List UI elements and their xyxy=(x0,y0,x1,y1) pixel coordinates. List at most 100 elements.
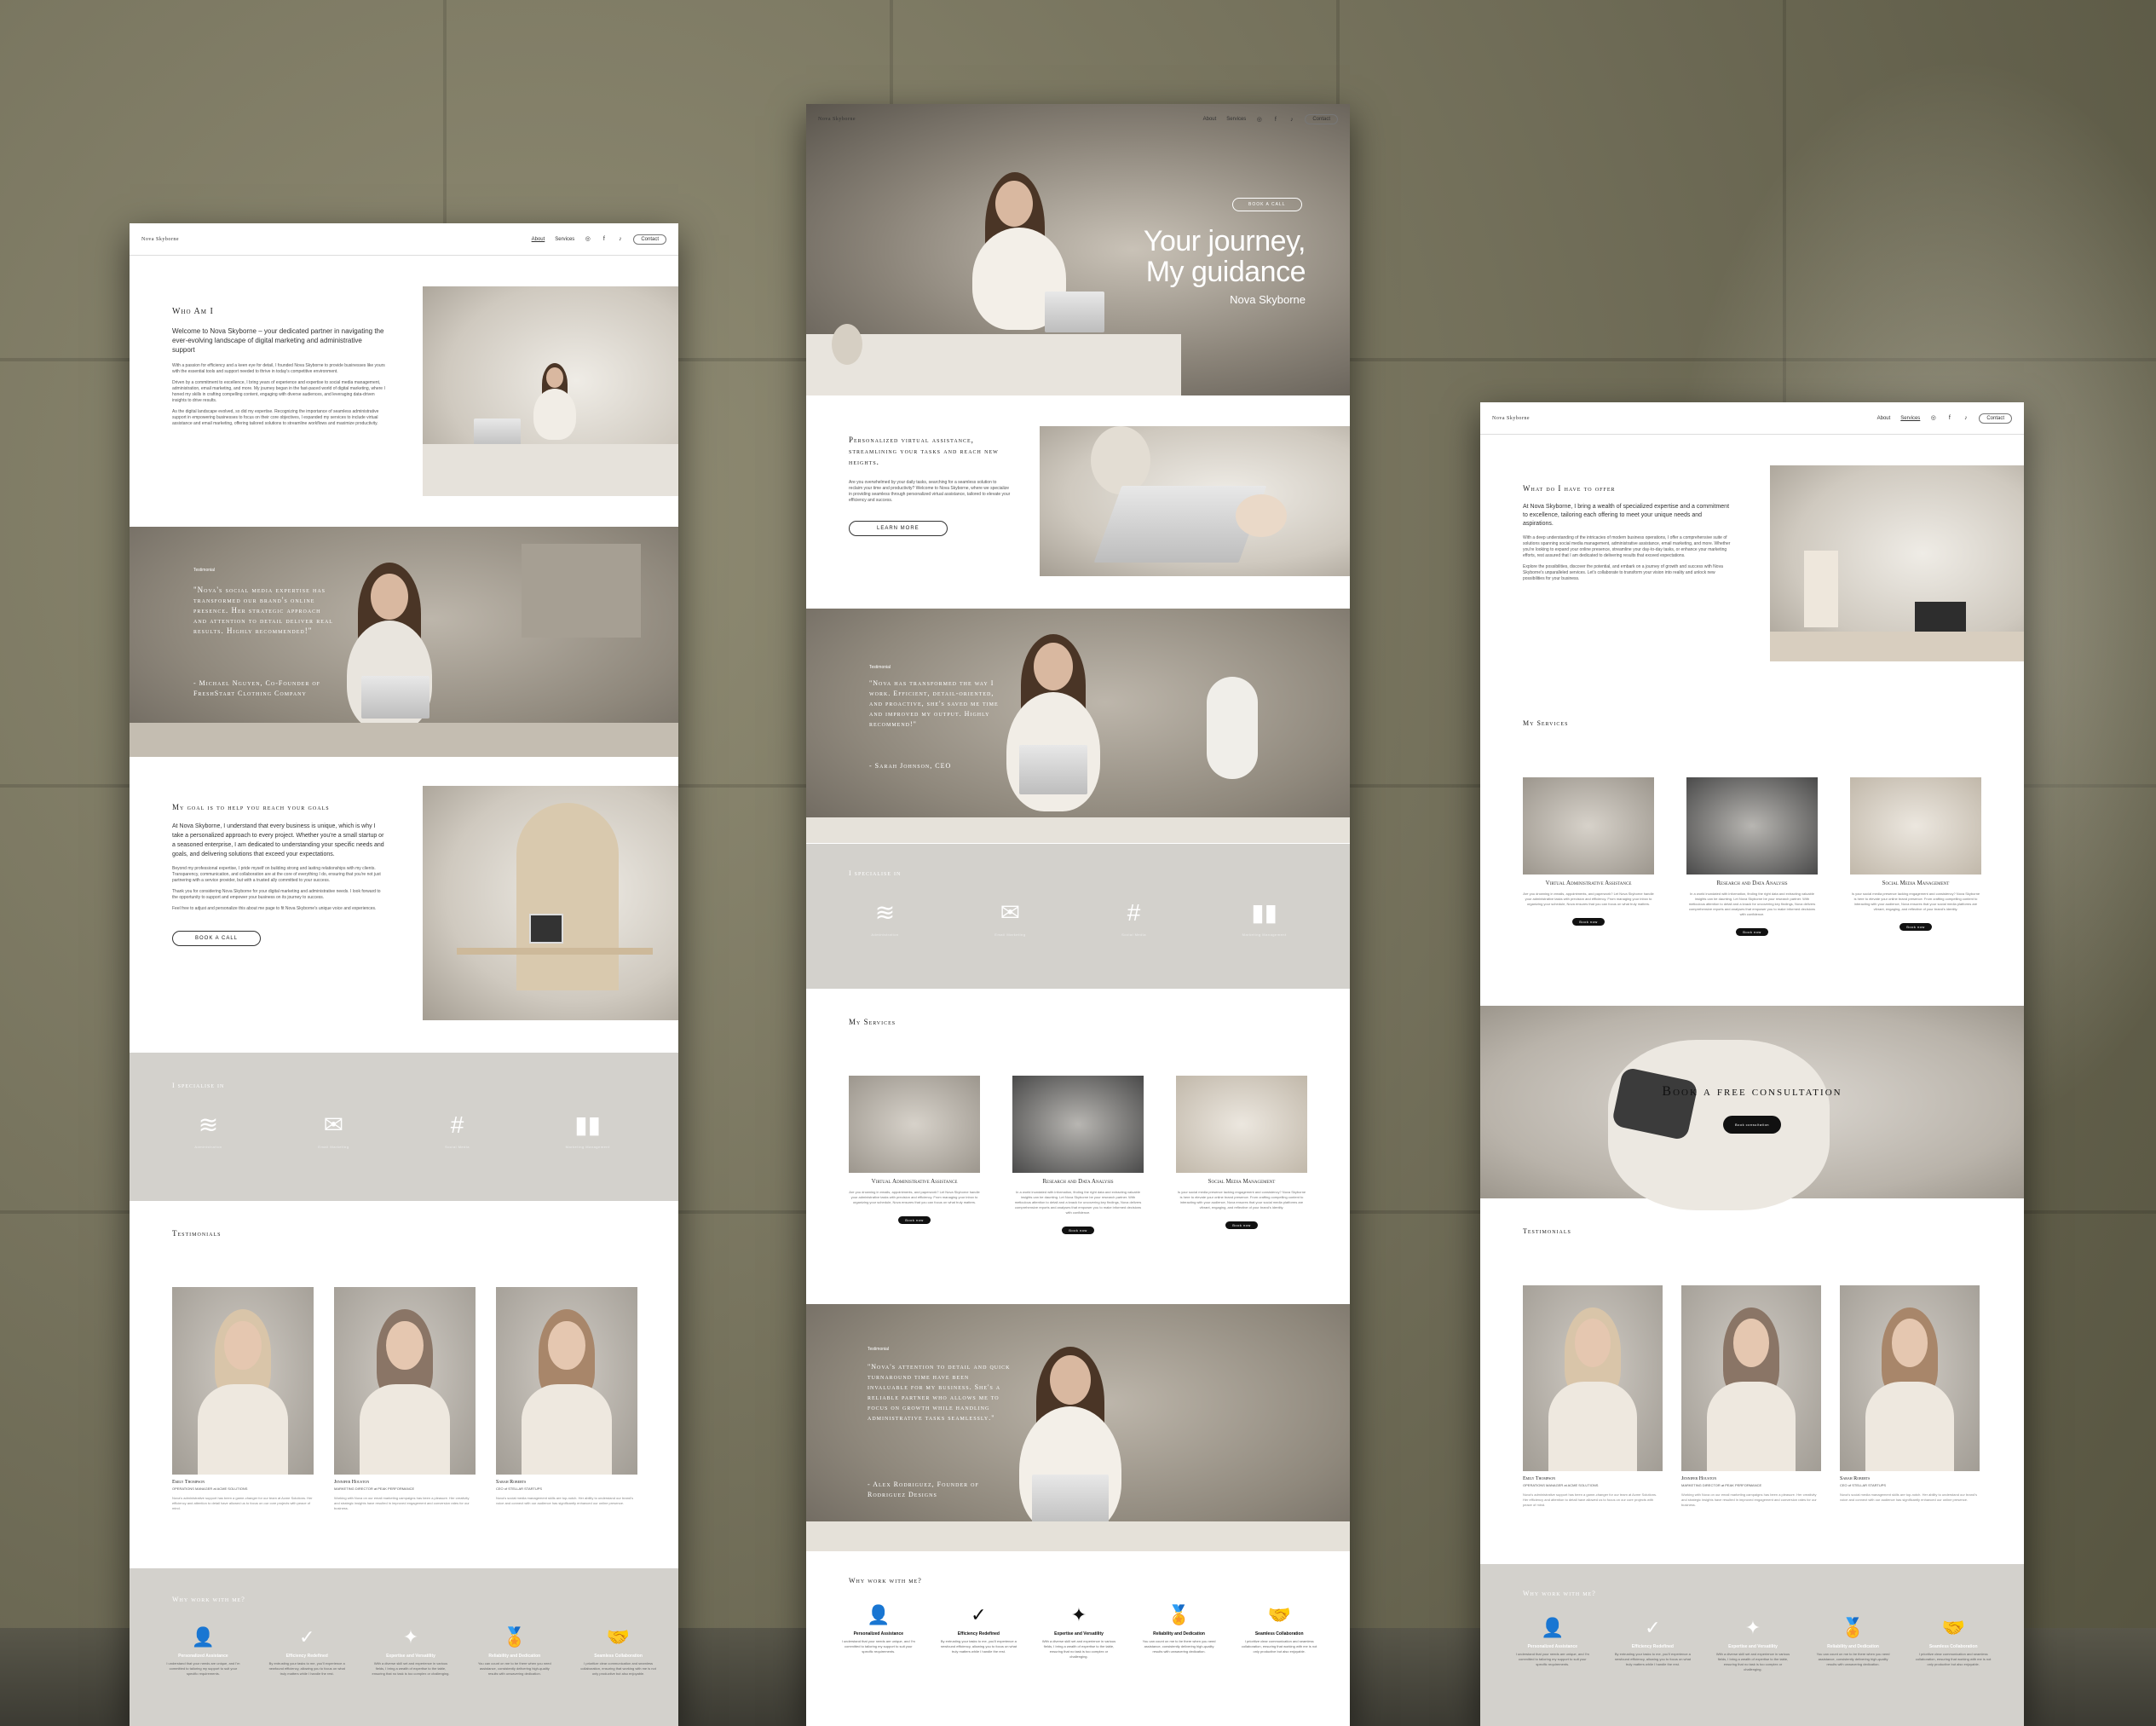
services-page-why-row: 👤 Personalized Assistance I understand tha… xyxy=(1514,1617,1992,1672)
why-item: ✦ Expertise and Versatility With a diverse… xyxy=(372,1626,451,1677)
specialise-item: ≋ Administration xyxy=(194,1112,222,1150)
home-quote-1: "Nova has transformed the way I work. Ef… xyxy=(869,679,999,728)
nav-contact-button[interactable]: Contact xyxy=(633,234,666,245)
why-text: With a diverse skill set and experience … xyxy=(372,1661,450,1676)
services-page-services-title: My Services xyxy=(1523,719,1569,727)
services-brand-logo[interactable]: Nova Skyborne xyxy=(1492,416,1867,421)
who-am-i-text: Who Am I Welcome to Nova Skyborne – your… xyxy=(172,307,385,427)
service-image xyxy=(1012,1076,1144,1173)
testimonial-card: Jennifer Houston MARKETING DIRECTOR at PE… xyxy=(334,1287,476,1511)
who-am-i-lead: Welcome to Nova Skyborne – your dedicate… xyxy=(172,327,384,354)
about-testimonials-title: Testimonials xyxy=(172,1229,222,1238)
consultation-button[interactable]: Book consultation xyxy=(1722,1116,1782,1134)
service-card: Virtual Administrative Assistance Are you… xyxy=(1523,777,1654,927)
services-page-mockup: Nova Skyborne About Services ◎ f ♪ Conta… xyxy=(1480,402,2024,1726)
services-nav-about[interactable]: About xyxy=(1877,416,1891,421)
specialise-icon: ▮▮ xyxy=(574,1111,602,1138)
testimonial-photo xyxy=(496,1287,637,1475)
service-description: Is your social media presence lacking en… xyxy=(1851,892,1980,911)
home-instagram-icon[interactable]: ◎ xyxy=(1256,117,1262,123)
goal-title: My goal is to help you reach your goals xyxy=(172,803,330,811)
service-title: Virtual Administrative Assistance xyxy=(1545,880,1632,886)
why-text: I understand that your needs are unique,… xyxy=(166,1661,240,1676)
brand-logo[interactable]: Nova Skyborne xyxy=(141,237,522,242)
about-quote-author: - Michael Nguyen, Co-Founder of FreshSta… xyxy=(193,679,320,697)
services-instagram-icon[interactable]: ◎ xyxy=(1930,415,1936,421)
service-book-now-button[interactable]: Book now xyxy=(898,1216,931,1224)
services-nav-contact-button[interactable]: Contact xyxy=(1979,413,2012,424)
learn-more-button[interactable]: Learn More xyxy=(849,521,948,536)
testimonial-photo xyxy=(334,1287,476,1475)
why-title: Seamless Collaboration xyxy=(1254,1631,1304,1637)
testimonial-role: OPERATIONS MANAGER at ACME SOLUTIONS xyxy=(1523,1483,1599,1487)
services-nav-services[interactable]: Services xyxy=(1900,416,1920,421)
testimonial-role: MARKETING DIRECTOR at PEAK PERFORMANCE xyxy=(1681,1483,1762,1487)
service-book-now-button[interactable]: Book now xyxy=(1899,923,1932,931)
home-nav-about[interactable]: About xyxy=(1203,117,1217,122)
home-nav-services[interactable]: Services xyxy=(1226,117,1246,122)
home-why-title: Why work with me? xyxy=(849,1577,922,1585)
home-page-mockup: Nova Skyborne About Services ◎ f ♪ Conta… xyxy=(806,104,1350,1726)
service-title: Social Media Management xyxy=(1882,880,1950,886)
specialise-item: ▮▮ Marketing Management xyxy=(565,1111,610,1150)
service-title: Virtual Administrative Assistance xyxy=(871,1178,958,1185)
why-text: I prioritize clear communication and sea… xyxy=(1241,1639,1317,1654)
specialise-item: # Social Media xyxy=(1121,900,1146,938)
facebook-icon[interactable]: f xyxy=(601,236,607,242)
specialise-label: Email Marketing xyxy=(318,1145,349,1149)
home-testimonial-2-label: Testimonial xyxy=(868,1347,890,1352)
specialise-label: Marketing Management xyxy=(565,1145,610,1149)
specialise-item: # Social Media xyxy=(445,1112,470,1150)
why-icon: ✦ xyxy=(402,1626,419,1648)
who-am-i-title: Who Am I xyxy=(172,307,214,316)
why-icon: 👤 xyxy=(1541,1617,1565,1638)
home-brand-logo[interactable]: Nova Skyborne xyxy=(818,117,1193,122)
services-page-why-title: Why work with me? xyxy=(1523,1590,1596,1597)
why-title: Efficiency Redefined xyxy=(285,1654,328,1659)
nav-about[interactable]: About xyxy=(532,237,545,242)
why-item: 👤 Personalized Assistance I understand tha… xyxy=(1514,1617,1591,1672)
why-icon: ✓ xyxy=(1645,1617,1661,1638)
service-book-now-button[interactable]: Book now xyxy=(1736,928,1768,936)
testimonial-card: Emily Thompson OPERATIONS MANAGER at ACME… xyxy=(172,1287,314,1511)
service-book-now-button[interactable]: Book now xyxy=(1225,1221,1258,1229)
testimonial-text: Working with Nova on our email marketing… xyxy=(1681,1492,1817,1507)
service-card: Virtual Administrative Assistance Are you… xyxy=(849,1076,980,1226)
hero-line-1: Your journey, xyxy=(1143,225,1306,257)
why-item: ✦ Expertise and Versatility With a diverse… xyxy=(1041,1604,1117,1660)
who-am-i-p2: Driven by a commitment to excellence, I … xyxy=(172,380,385,403)
home-facebook-icon[interactable]: f xyxy=(1272,117,1278,123)
home-nav-contact-button[interactable]: Contact xyxy=(1305,114,1338,124)
specialise-label: Administration xyxy=(871,932,899,937)
why-text: I prioritize clear communication and sea… xyxy=(580,1661,656,1676)
intro-laptop-photo xyxy=(1040,426,1350,576)
specialise-item: ≋ Administration xyxy=(871,900,899,938)
about-testimonial-banner: Testimonial "Nova's social media experti… xyxy=(130,527,678,757)
why-text: You can count on me to be there when you… xyxy=(1816,1652,1890,1666)
testimonial-label: Testimonial xyxy=(193,568,216,573)
why-title: Efficiency Redefined xyxy=(957,1631,1000,1637)
tiktok-icon[interactable]: ♪ xyxy=(617,236,623,242)
why-item: 🤝 Seamless Collaboration I prioritize clea… xyxy=(579,1626,658,1677)
service-book-now-button[interactable]: Book now xyxy=(1572,918,1605,926)
who-am-i-p1: With a passion for efficiency and a keen… xyxy=(172,363,385,374)
home-quote-2: "Nova's attention to detail and quick tu… xyxy=(868,1363,1011,1422)
nav-services[interactable]: Services xyxy=(555,237,574,242)
why-title: Seamless Collaboration xyxy=(594,1654,643,1659)
why-title: Efficiency Redefined xyxy=(1631,1644,1674,1649)
why-item: ✓ Efficiency Redefined By entrusting your … xyxy=(941,1604,1017,1660)
testimonial-photo xyxy=(1523,1285,1663,1471)
services-tiktok-icon[interactable]: ♪ xyxy=(1963,415,1969,421)
home-quote-1-author: - Sarah Johnson, CEO xyxy=(869,762,952,770)
why-text: With a diverse skill set and experience … xyxy=(1041,1639,1116,1659)
about-book-call-button[interactable]: Book a Call xyxy=(172,931,262,946)
hero-book-call-button[interactable]: Book a Call xyxy=(1232,198,1302,211)
home-tiktok-icon[interactable]: ♪ xyxy=(1288,117,1294,123)
service-book-now-button[interactable]: Book now xyxy=(1062,1227,1094,1234)
offer-photo xyxy=(1770,465,2024,661)
why-item: 🏅 Reliability and Dedication You can count… xyxy=(1815,1617,1892,1672)
why-icon: 🏅 xyxy=(503,1626,527,1648)
testimonial-name: Emily Thompson xyxy=(1523,1476,1556,1481)
services-facebook-icon[interactable]: f xyxy=(1946,415,1952,421)
instagram-icon[interactable]: ◎ xyxy=(585,236,591,242)
